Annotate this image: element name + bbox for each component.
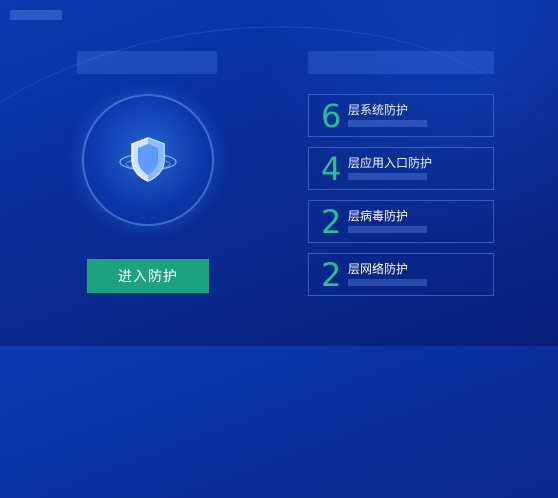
layer-detail-placeholder xyxy=(348,226,427,233)
app-window: 进入防护 6 层系统防护 4 层应用入口防护 2 层病毒防护 2 层网络防护 xyxy=(0,0,558,346)
left-header-placeholder xyxy=(77,51,217,74)
protection-card-system: 6 层系统防护 xyxy=(308,94,494,137)
shield-icon xyxy=(119,137,177,182)
window-title-placeholder xyxy=(10,10,62,20)
layer-label: 层系统防护 xyxy=(348,103,409,117)
layer-count: 2 xyxy=(321,203,342,241)
layer-label: 层网络防护 xyxy=(348,262,409,276)
layer-count: 6 xyxy=(321,97,342,135)
protection-card-app-entry: 4 层应用入口防护 xyxy=(308,147,494,190)
layer-label: 层应用入口防护 xyxy=(348,156,433,170)
right-header-placeholder xyxy=(308,51,494,74)
layer-detail-placeholder xyxy=(348,120,427,127)
protection-card-virus: 2 层病毒防护 xyxy=(308,200,494,243)
layer-count: 4 xyxy=(321,150,342,188)
layer-detail-placeholder xyxy=(348,173,427,180)
protection-card-network: 2 层网络防护 xyxy=(308,253,494,296)
layer-count: 2 xyxy=(321,256,342,294)
shield-emblem xyxy=(82,94,214,226)
layer-detail-placeholder xyxy=(348,279,427,286)
layer-label: 层病毒防护 xyxy=(348,209,409,223)
enter-protection-button[interactable]: 进入防护 xyxy=(87,259,209,293)
